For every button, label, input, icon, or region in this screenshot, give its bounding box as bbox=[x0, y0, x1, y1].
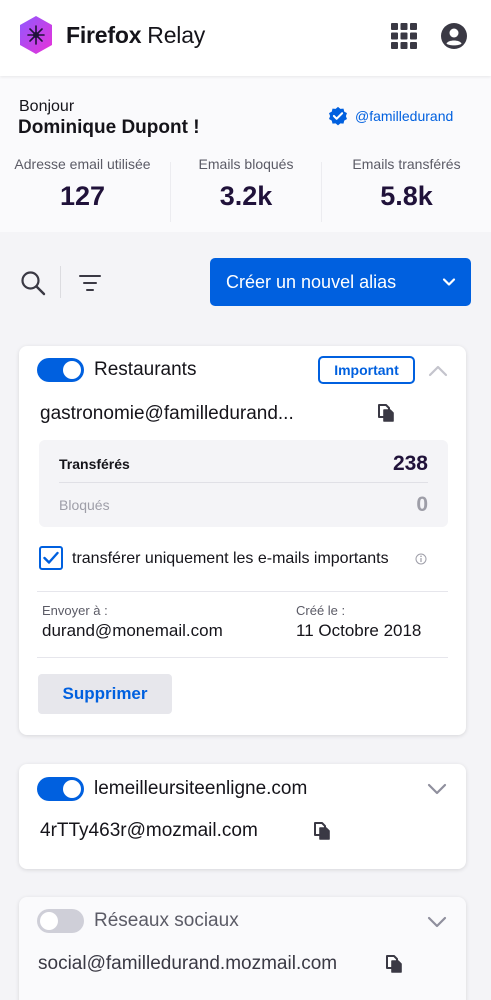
toggle-knob bbox=[63, 361, 81, 379]
dashboard-summary: Bonjour Dominique Dupont ! @familleduran… bbox=[0, 76, 491, 232]
filter-icon[interactable] bbox=[78, 272, 102, 294]
alias-address: social@familledurand.mozmail.com bbox=[38, 953, 338, 974]
created-value: 11 Octobre 2018 bbox=[296, 621, 422, 640]
forwarded-row: Transférés 238 bbox=[59, 452, 428, 475]
important-only-checkbox[interactable] bbox=[39, 546, 63, 570]
alias-address: gastronomie@familledurand... bbox=[40, 403, 294, 424]
alias-label[interactable]: Réseaux sociaux bbox=[94, 910, 239, 932]
alias-toggle[interactable] bbox=[37, 358, 84, 382]
stats-divider bbox=[59, 482, 428, 483]
created-label: Créé le : bbox=[296, 603, 346, 618]
relay-logo-icon[interactable] bbox=[18, 15, 54, 55]
important-badge: Important bbox=[318, 356, 415, 384]
brand-relay: Relay bbox=[147, 22, 206, 48]
handle-text: @familledurand bbox=[355, 108, 454, 124]
card-divider bbox=[37, 591, 448, 592]
stat-label: Emails transférés bbox=[352, 156, 461, 172]
toggle-knob bbox=[63, 780, 81, 798]
send-to-value: durand@monemail.com bbox=[42, 621, 223, 640]
stat-label: Emails bloqués bbox=[198, 156, 294, 172]
important-only-label[interactable]: transférer uniquement les e-mails import… bbox=[72, 550, 389, 568]
user-name: Dominique Dupont ! bbox=[18, 117, 200, 138]
chevron-down-icon bbox=[442, 278, 456, 286]
verified-badge-icon bbox=[329, 106, 347, 126]
blocked-value: 0 bbox=[416, 493, 428, 516]
stat-label: Adresse email utilisée bbox=[14, 156, 151, 172]
chevron-down-icon[interactable] bbox=[427, 782, 447, 796]
forwarded-value: 238 bbox=[392, 452, 428, 475]
stat-emails-forwarded: Emails transférés 5.8k bbox=[322, 156, 491, 230]
search-icon[interactable] bbox=[20, 270, 46, 296]
copy-icon[interactable] bbox=[377, 403, 395, 423]
alias-card-reseaux-sociaux: Réseaux sociaux social@familledurand.moz… bbox=[19, 897, 466, 1000]
stat-emails-blocked: Emails bloqués 3.2k bbox=[171, 156, 321, 230]
alias-toggle[interactable] bbox=[37, 777, 84, 801]
chevron-down-icon[interactable] bbox=[427, 915, 447, 929]
stat-aliases-used: Adresse email utilisée 127 bbox=[0, 156, 165, 230]
create-alias-label: Créer un nouvel alias bbox=[226, 271, 397, 292]
alias-label[interactable]: lemeilleursiteenligne.com bbox=[94, 778, 307, 800]
greeting-text: Bonjour bbox=[19, 98, 75, 115]
info-icon[interactable] bbox=[415, 553, 427, 565]
copy-icon[interactable] bbox=[313, 821, 331, 841]
user-handle[interactable]: @familledurand bbox=[327, 105, 453, 127]
alias-toggle[interactable] bbox=[37, 909, 84, 933]
stat-value: 3.2k bbox=[219, 181, 273, 211]
blocked-row: Bloqués 0 bbox=[59, 493, 428, 516]
checkmark-icon bbox=[43, 551, 59, 564]
brand-firefox: Firefox bbox=[66, 22, 142, 48]
stats-row: Adresse email utilisée 127 Emails bloqué… bbox=[0, 156, 491, 230]
card-divider bbox=[37, 657, 448, 658]
alias-stats-box: Transférés 238 Bloqués 0 bbox=[39, 440, 448, 527]
alias-card-restaurants: Restaurants Important gastronomie@famill… bbox=[19, 346, 466, 735]
delete-alias-button[interactable]: Supprimer bbox=[38, 674, 172, 714]
alias-card-lemeilleursiteenligne: lemeilleursiteenligne.com 4rTTy463r@mozm… bbox=[19, 764, 466, 869]
chevron-up-icon[interactable] bbox=[428, 364, 448, 378]
top-header: Firefox Relay bbox=[0, 0, 491, 76]
send-to-label: Envoyer à : bbox=[42, 603, 108, 618]
toolbar-divider bbox=[60, 266, 61, 298]
create-alias-button[interactable]: Créer un nouvel alias bbox=[210, 258, 471, 306]
forwarded-label: Transférés bbox=[59, 456, 130, 472]
stat-value: 127 bbox=[59, 181, 106, 211]
brand-name: Firefox Relay bbox=[66, 22, 205, 49]
account-icon[interactable] bbox=[441, 23, 467, 49]
apps-grid-icon[interactable] bbox=[391, 23, 417, 49]
blocked-label: Bloqués bbox=[59, 497, 110, 513]
stat-value: 5.8k bbox=[380, 181, 433, 211]
alias-label[interactable]: Restaurants bbox=[94, 359, 196, 381]
copy-icon[interactable] bbox=[385, 954, 403, 974]
alias-address: 4rTTy463r@mozmail.com bbox=[40, 820, 258, 841]
toggle-knob bbox=[40, 912, 58, 930]
